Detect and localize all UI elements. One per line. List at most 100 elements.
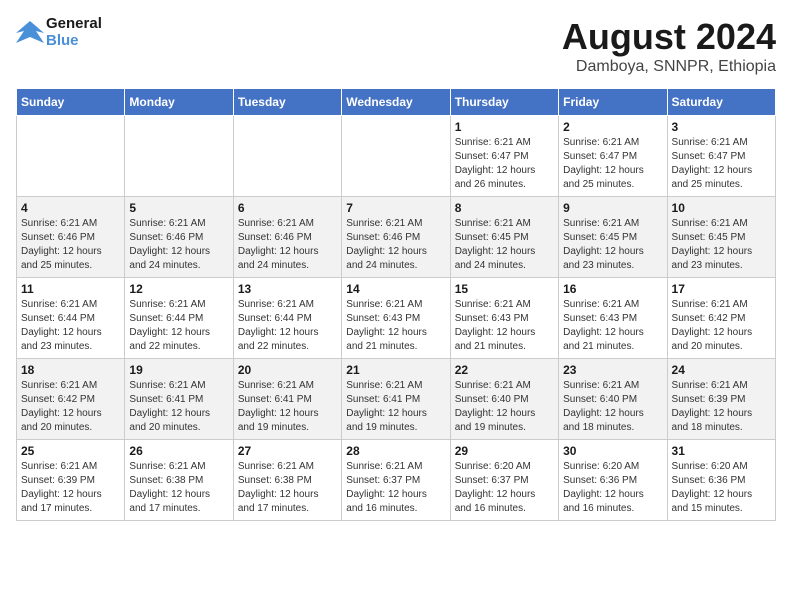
calendar-week-2: 4 Sunrise: 6:21 AM Sunset: 6:46 PM Daylig…	[17, 197, 776, 278]
calendar-cell: 25Sunrise: 6:21 AM Sunset: 6:39 PM Dayli…	[17, 440, 125, 521]
day-number: 13	[238, 282, 337, 296]
weekday-header-wednesday: Wednesday	[342, 89, 450, 116]
day-info: Sunrise: 6:21 AM Sunset: 6:46 PM Dayligh…	[238, 217, 337, 273]
calendar-cell: 26 Sunrise: 6:21 AM Sunset: 6:38 PM Dayli…	[125, 440, 233, 521]
logo: General Blue	[16, 16, 102, 49]
day-number: 17	[672, 282, 771, 296]
calendar-cell: 27 Sunrise: 6:21 AM Sunset: 6:38 PM Dayli…	[233, 440, 341, 521]
day-number: 27	[238, 444, 337, 458]
calendar-week-1: 1 Sunrise: 6:21 AM Sunset: 6:47 PM Daylig…	[17, 116, 776, 197]
calendar-cell: 19 Sunrise: 6:21 AM Sunset: 6:41 PM Dayli…	[125, 359, 233, 440]
day-number: 30	[563, 444, 662, 458]
calendar-week-3: 11Sunrise: 6:21 AM Sunset: 6:44 PM Dayli…	[17, 278, 776, 359]
calendar-cell	[233, 116, 341, 197]
day-info: Sunrise: 6:21 AM Sunset: 6:45 PM Dayligh…	[672, 217, 771, 273]
logo-text: General Blue	[16, 16, 102, 49]
calendar-cell: 31Sunrise: 6:20 AM Sunset: 6:36 PM Dayli…	[667, 440, 775, 521]
month-year: August 2024	[562, 16, 776, 58]
day-info: Sunrise: 6:21 AM Sunset: 6:38 PM Dayligh…	[238, 460, 337, 516]
day-number: 2	[563, 120, 662, 134]
calendar-cell	[125, 116, 233, 197]
logo-bird-icon	[16, 19, 44, 47]
day-number: 23	[563, 363, 662, 377]
calendar-cell: 29Sunrise: 6:20 AM Sunset: 6:37 PM Dayli…	[450, 440, 558, 521]
calendar-cell: 12Sunrise: 6:21 AM Sunset: 6:44 PM Dayli…	[125, 278, 233, 359]
calendar-cell: 1 Sunrise: 6:21 AM Sunset: 6:47 PM Daylig…	[450, 116, 558, 197]
day-info: Sunrise: 6:21 AM Sunset: 6:42 PM Dayligh…	[672, 298, 771, 354]
day-number: 21	[346, 363, 445, 377]
day-info: Sunrise: 6:21 AM Sunset: 6:39 PM Dayligh…	[672, 379, 771, 435]
calendar-cell: 24 Sunrise: 6:21 AM Sunset: 6:39 PM Dayli…	[667, 359, 775, 440]
weekday-header-tuesday: Tuesday	[233, 89, 341, 116]
day-number: 7	[346, 201, 445, 215]
calendar-cell: 13 Sunrise: 6:21 AM Sunset: 6:44 PM Dayli…	[233, 278, 341, 359]
calendar-week-4: 18Sunrise: 6:21 AM Sunset: 6:42 PM Dayli…	[17, 359, 776, 440]
day-number: 19	[129, 363, 228, 377]
calendar-cell: 8 Sunrise: 6:21 AM Sunset: 6:45 PM Daylig…	[450, 197, 558, 278]
weekday-header-friday: Friday	[559, 89, 667, 116]
day-number: 20	[238, 363, 337, 377]
calendar-cell: 15 Sunrise: 6:21 AM Sunset: 6:43 PM Dayli…	[450, 278, 558, 359]
calendar-cell: 17 Sunrise: 6:21 AM Sunset: 6:42 PM Dayli…	[667, 278, 775, 359]
day-info: Sunrise: 6:21 AM Sunset: 6:40 PM Dayligh…	[563, 379, 662, 435]
day-info: Sunrise: 6:21 AM Sunset: 6:43 PM Dayligh…	[455, 298, 554, 354]
weekday-header-sunday: Sunday	[17, 89, 125, 116]
day-info: Sunrise: 6:21 AM Sunset: 6:41 PM Dayligh…	[346, 379, 445, 435]
day-number: 15	[455, 282, 554, 296]
day-number: 1	[455, 120, 554, 134]
day-info: Sunrise: 6:21 AM Sunset: 6:37 PM Dayligh…	[346, 460, 445, 516]
day-number: 3	[672, 120, 771, 134]
calendar-cell	[342, 116, 450, 197]
day-number: 10	[672, 201, 771, 215]
day-number: 14	[346, 282, 445, 296]
calendar-cell: 4 Sunrise: 6:21 AM Sunset: 6:46 PM Daylig…	[17, 197, 125, 278]
day-info: Sunrise: 6:21 AM Sunset: 6:44 PM Dayligh…	[238, 298, 337, 354]
day-number: 22	[455, 363, 554, 377]
weekday-header-thursday: Thursday	[450, 89, 558, 116]
day-info: Sunrise: 6:21 AM Sunset: 6:40 PM Dayligh…	[455, 379, 554, 435]
day-info: Sunrise: 6:21 AM Sunset: 6:46 PM Dayligh…	[346, 217, 445, 273]
calendar-cell: 16 Sunrise: 6:21 AM Sunset: 6:43 PM Dayli…	[559, 278, 667, 359]
day-number: 12	[129, 282, 228, 296]
calendar-cell: 30 Sunrise: 6:20 AM Sunset: 6:36 PM Dayli…	[559, 440, 667, 521]
calendar-cell: 6Sunrise: 6:21 AM Sunset: 6:46 PM Daylig…	[233, 197, 341, 278]
day-info: Sunrise: 6:21 AM Sunset: 6:46 PM Dayligh…	[21, 217, 120, 273]
day-info: Sunrise: 6:21 AM Sunset: 6:45 PM Dayligh…	[563, 217, 662, 273]
weekday-header-monday: Monday	[125, 89, 233, 116]
day-info: Sunrise: 6:21 AM Sunset: 6:47 PM Dayligh…	[563, 136, 662, 192]
day-info: Sunrise: 6:21 AM Sunset: 6:45 PM Dayligh…	[455, 217, 554, 273]
calendar-cell: 2 Sunrise: 6:21 AM Sunset: 6:47 PM Daylig…	[559, 116, 667, 197]
day-number: 8	[455, 201, 554, 215]
day-info: Sunrise: 6:21 AM Sunset: 6:43 PM Dayligh…	[563, 298, 662, 354]
day-number: 18	[21, 363, 120, 377]
calendar-cell: 21 Sunrise: 6:21 AM Sunset: 6:41 PM Dayli…	[342, 359, 450, 440]
day-info: Sunrise: 6:21 AM Sunset: 6:47 PM Dayligh…	[455, 136, 554, 192]
day-info: Sunrise: 6:21 AM Sunset: 6:44 PM Dayligh…	[21, 298, 120, 354]
logo-blue: Blue	[46, 33, 102, 50]
weekday-header-saturday: Saturday	[667, 89, 775, 116]
calendar-cell: 9Sunrise: 6:21 AM Sunset: 6:45 PM Daylig…	[559, 197, 667, 278]
calendar-week-5: 25Sunrise: 6:21 AM Sunset: 6:39 PM Dayli…	[17, 440, 776, 521]
calendar-cell: 3 Sunrise: 6:21 AM Sunset: 6:47 PM Daylig…	[667, 116, 775, 197]
day-info: Sunrise: 6:21 AM Sunset: 6:41 PM Dayligh…	[129, 379, 228, 435]
day-info: Sunrise: 6:20 AM Sunset: 6:36 PM Dayligh…	[563, 460, 662, 516]
day-number: 26	[129, 444, 228, 458]
day-info: Sunrise: 6:21 AM Sunset: 6:47 PM Dayligh…	[672, 136, 771, 192]
calendar-cell: 14Sunrise: 6:21 AM Sunset: 6:43 PM Dayli…	[342, 278, 450, 359]
calendar-cell: 7 Sunrise: 6:21 AM Sunset: 6:46 PM Daylig…	[342, 197, 450, 278]
day-number: 28	[346, 444, 445, 458]
calendar-cell: 11Sunrise: 6:21 AM Sunset: 6:44 PM Dayli…	[17, 278, 125, 359]
day-number: 24	[672, 363, 771, 377]
calendar-table: SundayMondayTuesdayWednesdayThursdayFrid…	[16, 88, 776, 521]
calendar-cell: 23 Sunrise: 6:21 AM Sunset: 6:40 PM Dayli…	[559, 359, 667, 440]
day-number: 16	[563, 282, 662, 296]
calendar-cell: 20 Sunrise: 6:21 AM Sunset: 6:41 PM Dayli…	[233, 359, 341, 440]
day-number: 25	[21, 444, 120, 458]
weekday-header-row: SundayMondayTuesdayWednesdayThursdayFrid…	[17, 89, 776, 116]
calendar-cell: 5Sunrise: 6:21 AM Sunset: 6:46 PM Daylig…	[125, 197, 233, 278]
day-number: 4	[21, 201, 120, 215]
day-info: Sunrise: 6:21 AM Sunset: 6:38 PM Dayligh…	[129, 460, 228, 516]
logo-general: General	[46, 16, 102, 33]
day-info: Sunrise: 6:21 AM Sunset: 6:41 PM Dayligh…	[238, 379, 337, 435]
page-header: General Blue August 2024 Damboya, SNNPR,…	[16, 16, 776, 76]
